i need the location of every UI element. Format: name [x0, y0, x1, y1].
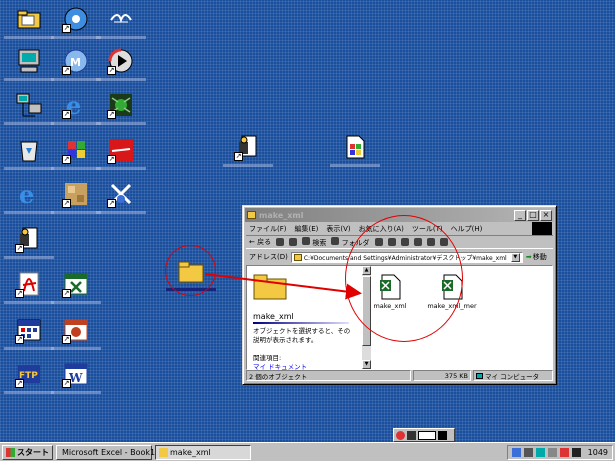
folder-icon	[159, 447, 168, 457]
tray-volume-icon[interactable]	[547, 447, 557, 457]
windows-file-icon[interactable]	[330, 134, 380, 167]
address-label: アドレス(D)	[249, 253, 288, 261]
powerpoint-icon[interactable]: ↗	[51, 317, 101, 350]
annotation-circle-files	[345, 215, 463, 342]
menu-help[interactable]: ヘルプ(H)	[451, 224, 483, 234]
start-button[interactable]: スタート	[2, 444, 53, 460]
taskbar: スタート Microsoft Excel - Book1 make_xml 10…	[0, 442, 615, 461]
computer-icon	[476, 372, 483, 379]
menu-edit[interactable]: 編集(E)	[295, 224, 319, 234]
windows-setup-icon[interactable]: ↗	[51, 137, 101, 170]
tray-ime-icon[interactable]	[571, 447, 581, 457]
forward-icon[interactable]	[276, 238, 285, 246]
status-size: 375 KB	[413, 370, 471, 381]
word-pad-icon[interactable]	[96, 6, 146, 39]
acrobat-reader-icon[interactable]: ↗	[4, 271, 54, 304]
taskbar-button-excel[interactable]: Microsoft Excel - Book1	[56, 444, 155, 460]
folder-icon	[247, 211, 256, 219]
image-app-icon[interactable]: ↗	[51, 181, 101, 214]
my-computer-icon[interactable]	[4, 48, 54, 81]
taskbar-button-make-xml[interactable]: make_xml	[155, 444, 251, 460]
status-objects: 2 個のオブジェクト	[246, 370, 411, 381]
shortcut-arrow-icon: ↗	[107, 199, 116, 208]
search-icon	[302, 236, 311, 245]
folder-icon	[293, 253, 302, 261]
minimize-button[interactable]: _	[514, 209, 526, 221]
shortcut-arrow-icon: ↗	[62, 66, 71, 75]
tray-app-icon[interactable]	[523, 447, 533, 457]
internet-explorer-icon[interactable]: e	[4, 181, 54, 214]
tray-monitor-icon[interactable]	[535, 447, 545, 457]
search-button[interactable]: 検索	[302, 236, 326, 248]
annotation-circle-folder	[165, 245, 216, 296]
shortcut-arrow-icon: ↗	[62, 379, 71, 388]
calendar-app-icon[interactable]: ↗	[4, 317, 54, 350]
shortcut-arrow-icon: ↗	[62, 110, 71, 119]
netmeeting-icon[interactable]: M ↗	[51, 48, 101, 81]
go-button[interactable]: ➡ 移動	[526, 252, 547, 262]
shortcut-arrow-icon: ↗	[62, 24, 71, 33]
scroll-down-button[interactable]: ▼	[362, 360, 371, 369]
folders-icon	[331, 236, 340, 245]
notepad-app-2-icon[interactable]: ↗	[223, 134, 273, 167]
ime-caps-icon[interactable]	[418, 430, 436, 440]
windows-logo-icon	[6, 447, 15, 457]
shortcut-arrow-icon: ↗	[62, 289, 71, 298]
shortcut-arrow-icon: ↗	[107, 155, 116, 164]
ime-help-icon[interactable]	[438, 430, 447, 440]
tray-security-icon[interactable]	[559, 447, 569, 457]
svg-text:e: e	[19, 181, 34, 207]
shortcut-arrow-icon: ↗	[107, 66, 116, 75]
maximize-button[interactable]: □	[527, 209, 539, 221]
ftp-app-icon[interactable]: FTP ↗	[4, 361, 54, 394]
shortcut-arrow-icon: ↗	[15, 379, 24, 388]
network-places-icon[interactable]	[4, 92, 54, 125]
up-folder-icon[interactable]	[289, 238, 298, 246]
my-documents-icon[interactable]	[4, 6, 54, 39]
status-location: マイ コンピュータ	[473, 370, 553, 381]
go-arrow-icon: ➡	[525, 253, 532, 261]
windows-logo-icon	[532, 222, 552, 235]
back-button[interactable]: ← 戻る	[249, 237, 271, 247]
shortcut-arrow-icon: ↗	[15, 335, 24, 344]
ime-toolbar[interactable]	[393, 428, 455, 442]
shortcut-arrow-icon: ↗	[15, 244, 24, 253]
excel-icon[interactable]: ↗	[51, 271, 101, 304]
word-icon[interactable]: W ↗	[51, 361, 101, 394]
media-player-icon[interactable]: ↗	[51, 6, 101, 39]
shortcut-arrow-icon: ↗	[15, 289, 24, 298]
system-tray: 1049	[506, 444, 613, 460]
red-app-icon[interactable]: ↗	[96, 137, 146, 170]
shortcut-arrow-icon: ↗	[234, 152, 243, 161]
status-bar: 2 個のオブジェクト 375 KB マイ コンピュータ	[246, 370, 553, 381]
divider	[253, 322, 349, 324]
clock: 1049	[587, 447, 608, 457]
large-folder-icon	[253, 274, 287, 300]
ime-icon[interactable]	[396, 430, 405, 440]
pane-description: オブジェクトを選択すると、その説明が表示されます。	[253, 327, 351, 344]
address-dropdown-button[interactable]: ▼	[510, 252, 520, 262]
internet-explorer-shortcut-icon[interactable]: e ↗	[51, 92, 101, 125]
windows-media-icon[interactable]: ↗	[96, 48, 146, 81]
tray-network-icon[interactable]	[511, 447, 521, 457]
shortcut-arrow-icon: ↗	[107, 110, 116, 119]
shortcut-arrow-icon: ↗	[62, 335, 71, 344]
ime-tool-icon[interactable]	[407, 430, 416, 440]
notepad-app-icon[interactable]: ↗	[4, 226, 54, 259]
shortcut-arrow-icon: ↗	[62, 199, 71, 208]
menu-view[interactable]: 表示(V)	[326, 224, 350, 234]
menu-file[interactable]: ファイル(F)	[249, 224, 287, 234]
shortcut-arrow-icon: ↗	[62, 155, 71, 164]
pane-folder-title: make_xml	[253, 312, 294, 321]
tools-app-icon[interactable]: ↗	[96, 181, 146, 214]
recycle-bin-icon[interactable]	[4, 137, 54, 170]
close-button[interactable]: ×	[540, 209, 552, 221]
window-title: make_xml	[259, 210, 304, 220]
svg-text:M: M	[70, 56, 81, 69]
bug-app-icon[interactable]: ↗	[96, 92, 146, 125]
